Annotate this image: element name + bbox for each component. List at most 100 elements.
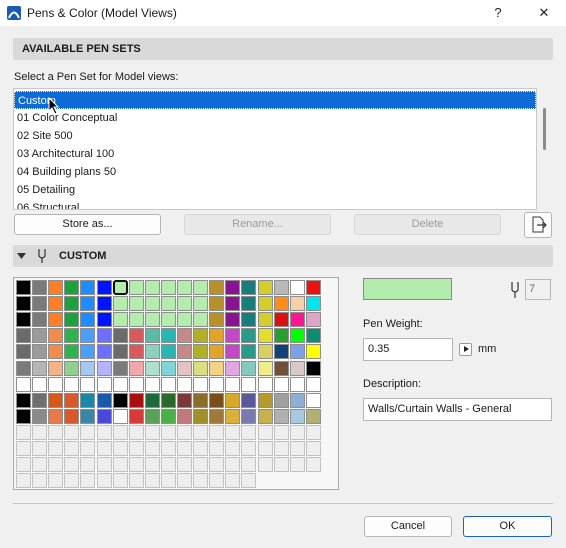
pen-color-cell[interactable] xyxy=(128,312,144,328)
pen-color-cell[interactable] xyxy=(144,312,160,328)
pen-color-cell[interactable] xyxy=(80,441,96,456)
pen-color-cell[interactable] xyxy=(257,408,273,424)
pen-color-cell[interactable] xyxy=(16,392,31,408)
pen-color-cell[interactable] xyxy=(128,473,144,489)
pen-color-cell[interactable] xyxy=(177,376,192,392)
pen-color-cell[interactable] xyxy=(16,424,31,440)
pen-color-cell[interactable] xyxy=(64,296,80,312)
pen-color-cell[interactable] xyxy=(96,280,112,295)
pen-color-cell[interactable] xyxy=(305,328,321,344)
ok-button[interactable]: OK xyxy=(463,516,552,537)
pen-color-cell[interactable] xyxy=(32,473,48,489)
pen-color-cell[interactable] xyxy=(32,280,48,295)
pen-set-item[interactable]: 06 Structural xyxy=(14,199,536,209)
pen-color-cell[interactable] xyxy=(177,473,192,489)
pen-color-cell[interactable] xyxy=(305,296,321,312)
pen-color-cell[interactable] xyxy=(273,344,289,360)
pen-color-cell[interactable] xyxy=(177,280,192,295)
pen-color-cell[interactable] xyxy=(273,312,289,328)
pen-color-cell[interactable] xyxy=(64,473,80,489)
pen-color-cell[interactable] xyxy=(177,344,192,360)
pen-color-cell[interactable] xyxy=(64,392,80,408)
pen-color-cell[interactable] xyxy=(32,457,48,473)
pen-color-cell[interactable] xyxy=(257,344,273,360)
pen-color-cell[interactable] xyxy=(160,360,176,376)
pen-color-cell[interactable] xyxy=(96,312,112,328)
pen-color-cell[interactable] xyxy=(273,424,289,440)
pen-color-cell[interactable] xyxy=(112,392,128,408)
pen-color-cell[interactable] xyxy=(64,408,80,424)
pen-color-cell[interactable] xyxy=(112,473,128,489)
pen-color-cell[interactable] xyxy=(257,280,273,295)
pen-color-cell[interactable] xyxy=(225,441,241,456)
pen-color-cell[interactable] xyxy=(241,457,257,473)
pen-color-cell[interactable] xyxy=(273,328,289,344)
pen-color-cell[interactable] xyxy=(209,344,225,360)
pen-color-cell[interactable] xyxy=(80,408,96,424)
pen-color-cell[interactable] xyxy=(305,360,321,376)
pen-color-cell[interactable] xyxy=(193,457,209,473)
pen-color-cell[interactable] xyxy=(177,296,192,312)
pen-color-cell[interactable] xyxy=(273,441,289,456)
pen-color-cell[interactable] xyxy=(193,408,209,424)
pen-color-cell[interactable] xyxy=(289,280,305,295)
pen-color-cell[interactable] xyxy=(289,312,305,328)
pen-color-cell[interactable] xyxy=(80,473,96,489)
pen-color-cell[interactable] xyxy=(241,328,257,344)
pen-set-list[interactable]: Custom 01 Color Conceptual 02 Site 500 0… xyxy=(13,88,537,210)
pen-color-cell[interactable] xyxy=(16,344,31,360)
pen-color-cell[interactable] xyxy=(193,328,209,344)
pen-color-cell[interactable] xyxy=(64,312,80,328)
pen-color-cell[interactable] xyxy=(225,473,241,489)
pen-color-cell[interactable] xyxy=(305,392,321,408)
pen-set-item[interactable]: 04 Building plans 50 xyxy=(14,163,536,181)
pen-color-cell[interactable] xyxy=(48,344,64,360)
pen-color-cell[interactable] xyxy=(128,441,144,456)
pen-color-cell[interactable] xyxy=(305,441,321,456)
pen-color-cell[interactable] xyxy=(64,457,80,473)
pen-color-cell[interactable] xyxy=(80,296,96,312)
export-pen-set-button[interactable] xyxy=(524,212,552,238)
scrollbar-thumb[interactable] xyxy=(543,108,546,150)
pen-color-cell[interactable] xyxy=(128,360,144,376)
pen-color-cell[interactable] xyxy=(225,392,241,408)
pen-color-cell[interactable] xyxy=(193,312,209,328)
pen-color-cell[interactable] xyxy=(193,441,209,456)
pen-color-cell[interactable] xyxy=(96,441,112,456)
pen-color-cell[interactable] xyxy=(96,392,112,408)
pen-color-cell[interactable] xyxy=(241,280,257,295)
pen-color-cell[interactable] xyxy=(64,360,80,376)
pen-color-cell[interactable] xyxy=(273,280,289,295)
pen-color-cell[interactable] xyxy=(225,296,241,312)
pen-color-cell[interactable] xyxy=(225,312,241,328)
pen-color-cell[interactable] xyxy=(257,441,273,456)
help-button[interactable]: ? xyxy=(487,3,509,23)
pen-color-cell[interactable] xyxy=(80,424,96,440)
pen-color-cell[interactable] xyxy=(273,408,289,424)
pen-color-cell[interactable] xyxy=(80,280,96,295)
pen-color-cell[interactable] xyxy=(257,392,273,408)
pen-color-cell[interactable] xyxy=(32,344,48,360)
pen-color-cell[interactable] xyxy=(209,408,225,424)
unit-menu-button[interactable] xyxy=(459,343,472,356)
pen-color-cell[interactable] xyxy=(177,408,192,424)
pen-color-cell[interactable] xyxy=(193,344,209,360)
pen-color-cell[interactable] xyxy=(225,408,241,424)
pen-color-cell[interactable] xyxy=(112,328,128,344)
pen-color-cell[interactable] xyxy=(80,312,96,328)
pen-color-cell[interactable] xyxy=(160,312,176,328)
pen-color-cell[interactable] xyxy=(64,280,80,295)
pen-color-cell[interactable] xyxy=(209,280,225,295)
pen-color-cell[interactable] xyxy=(96,376,112,392)
pen-color-cell[interactable] xyxy=(177,424,192,440)
pen-color-cell[interactable] xyxy=(16,360,31,376)
pen-color-cell[interactable] xyxy=(177,328,192,344)
pen-color-cell[interactable] xyxy=(32,392,48,408)
pen-color-cell[interactable] xyxy=(305,280,321,295)
pen-color-cell[interactable] xyxy=(305,344,321,360)
pen-color-cell[interactable] xyxy=(16,441,31,456)
pen-color-cell[interactable] xyxy=(128,424,144,440)
pen-color-cell[interactable] xyxy=(160,376,176,392)
pen-color-cell[interactable] xyxy=(80,328,96,344)
pen-color-cell[interactable] xyxy=(209,473,225,489)
